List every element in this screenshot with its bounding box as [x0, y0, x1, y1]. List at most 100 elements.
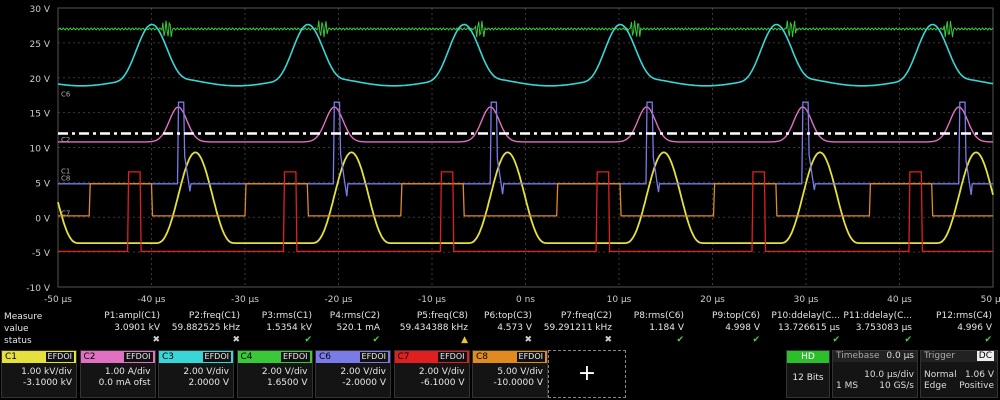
y-axis-label: 15 V — [30, 110, 51, 120]
param-name[interactable]: P2:freq(C1) — [160, 311, 240, 321]
param-value: 4.998 V — [725, 323, 760, 333]
y-axis-label: 20 V — [30, 75, 51, 85]
acquisition-descriptor[interactable]: HD 12 Bits — [786, 350, 830, 398]
channel-id: C2 — [83, 352, 96, 362]
channel-header: C6 EFDOI — [316, 351, 390, 363]
channel-function-buttons[interactable]: EFDOI — [45, 352, 74, 362]
y-axis-label: -10 V — [26, 284, 51, 294]
trigger-mode: Normal — [924, 370, 957, 380]
x-axis-label: -20 µs — [325, 295, 353, 305]
channel-descriptor-c7[interactable]: C7 EFDOI 2.00 V/div -6.1000 V — [393, 350, 470, 398]
channel-id: C1 — [5, 352, 18, 362]
channel-offset: 2.0000 V — [188, 378, 229, 388]
timebase-descriptor[interactable]: Timebase 0.0 µs 10.0 µs/div 1 MS 10 GS/s — [832, 350, 918, 398]
x-axis-label: 10 µs — [607, 295, 632, 305]
channel-function-buttons[interactable]: EFDOI — [124, 352, 153, 362]
channel-descriptor-bar: C1 EFDOI 1.00 kV/div -3.1000 kV C2 EFDOI 1.00 … — [0, 350, 1000, 400]
channel-vdiv: 1.00 A/div — [104, 367, 151, 377]
channel-header: C1 EFDOI — [2, 351, 76, 363]
trigger-descriptor[interactable]: Trigger DC Normal 1.06 V Edge Positive — [920, 350, 998, 398]
param-name[interactable]: P4:rms(C2) — [300, 311, 380, 321]
status-ok-icon: ✔ — [984, 335, 992, 345]
param-value: 4.996 V — [957, 323, 992, 333]
x-axis-label: 30 µs — [794, 295, 819, 305]
y-axis-label: 30 V — [30, 5, 51, 15]
channel-function-buttons[interactable]: EFDOI — [281, 352, 310, 362]
status-ok-icon: ✔ — [752, 335, 760, 345]
y-axis-label: 25 V — [30, 40, 51, 50]
channel-vdiv: 5.00 V/div — [497, 367, 543, 377]
trace-marker: C8 — [61, 174, 70, 182]
param-name[interactable]: P12:rms(C4) — [912, 311, 992, 321]
trigger-row: Edge Positive — [921, 381, 997, 392]
trace-marker: C2 — [61, 136, 70, 144]
trigger-type: Edge — [924, 381, 947, 391]
channel-offset: -2.0000 V — [342, 378, 386, 388]
param-name[interactable]: P7:freq(C2) — [532, 311, 612, 321]
channel-function-buttons[interactable]: EFDOI — [438, 352, 467, 362]
param-name[interactable]: P8:rms(C6) — [604, 311, 684, 321]
channel-descriptor-c3[interactable]: C3 EFDOI 2.00 V/div 2.0000 V — [158, 350, 234, 398]
trigger-row: Normal 1.06 V — [921, 370, 997, 381]
param-value: 59.291211 kHz — [543, 323, 612, 333]
trigger-level: 1.06 V — [964, 370, 994, 380]
measure-label: Measure — [4, 312, 43, 322]
status-invalid-icon: ✖ — [604, 335, 612, 345]
channel-descriptor-c8[interactable]: C8 EFDOI 5.00 V/div -10.0000 V — [472, 350, 548, 398]
param-value: 59.882525 kHz — [171, 323, 240, 333]
channel-header: C4 EFDOI — [237, 351, 312, 363]
y-axis-label: 5 V — [35, 179, 51, 189]
channel-vdiv: 2.00 V/div — [183, 367, 229, 377]
param-name[interactable]: P11:ddelay(C... — [832, 311, 912, 321]
param-value: 3.753083 µs — [855, 323, 912, 333]
status-invalid-icon: ✖ — [524, 335, 532, 345]
status-ok-icon: ✔ — [372, 335, 380, 345]
param-value: 3.0901 kV — [114, 323, 160, 333]
channel-function-buttons[interactable]: EFDOI — [202, 352, 231, 362]
bits-value: 12 Bits — [792, 373, 824, 383]
param-value: 4.573 V — [497, 323, 532, 333]
channel-vdiv: 2.00 V/div — [418, 367, 465, 377]
y-axis-label: -5 V — [32, 249, 51, 259]
measurement-table[interactable]: Measure value status P1:ampl(C1) 3.0901 k… — [0, 311, 1000, 349]
channel-id: C8 — [476, 352, 489, 362]
param-name[interactable]: P1:ampl(C1) — [80, 311, 160, 321]
param-name[interactable]: P6:top(C3) — [452, 311, 532, 321]
timebase-label: Timebase — [836, 351, 880, 361]
add-channel-button[interactable]: + — [548, 350, 626, 398]
timebase-rate: 10 GS/s — [879, 381, 914, 391]
x-axis-label: 20 µs — [700, 295, 725, 305]
timebase-row: 10.0 µs/div — [833, 370, 917, 381]
param-value: 520.1 mA — [336, 323, 380, 333]
channel-id: C7 — [397, 352, 410, 362]
channel-descriptor-c4[interactable]: C4 EFDOI 2.00 V/div 1.6500 V — [236, 350, 313, 398]
channel-offset: 0.0 mA ofst — [98, 378, 151, 388]
param-name[interactable]: P9:top(C6) — [680, 311, 760, 321]
status-label: status — [4, 336, 32, 346]
channel-offset: 1.6500 V — [266, 378, 308, 388]
channel-vdiv: 1.00 kV/div — [21, 367, 72, 377]
status-ok-icon: ✔ — [676, 335, 684, 345]
param-value: 1.184 V — [649, 323, 684, 333]
status-ok-icon: ✔ — [832, 335, 840, 345]
x-axis-label: 50 µs — [981, 295, 1000, 305]
channel-function-buttons[interactable]: EFDOI — [359, 352, 388, 362]
channel-id: C3 — [162, 352, 175, 362]
param-name[interactable]: P10:ddelay(C... — [760, 311, 840, 321]
channel-descriptor-c1[interactable]: C1 EFDOI 1.00 kV/div -3.1000 kV — [1, 350, 77, 398]
x-axis-label: -10 µs — [418, 295, 446, 305]
channel-vdiv: 2.00 V/div — [340, 367, 386, 377]
trigger-coupling-badge: DC — [976, 351, 994, 361]
channel-descriptor-c6[interactable]: C6 EFDOI 2.00 V/div -2.0000 V — [315, 350, 391, 398]
timebase-delay: 0.0 µs — [886, 351, 914, 361]
trace-marker: C7 — [61, 209, 70, 217]
y-axis-label: 10 V — [30, 145, 51, 155]
x-axis-label: -50 µs — [44, 295, 72, 305]
channel-function-buttons[interactable]: EFDOI — [516, 352, 545, 362]
param-value: 13.726615 µs — [778, 323, 840, 333]
timebase-header: Timebase 0.0 µs — [833, 351, 917, 362]
waveform-display[interactable]: 30 V 25 V 20 V 15 V 10 V 5 V 0 V -5 V -10 V -50 µ… — [0, 0, 1000, 310]
waveform-grid: 30 V 25 V 20 V 15 V 10 V 5 V 0 V -5 V -10 V-50 µ… — [26, 5, 1000, 305]
channel-descriptor-c2[interactable]: C2 EFDOI 1.00 A/div 0.0 mA ofst — [79, 350, 156, 398]
trace-marker: C6 — [61, 91, 71, 99]
